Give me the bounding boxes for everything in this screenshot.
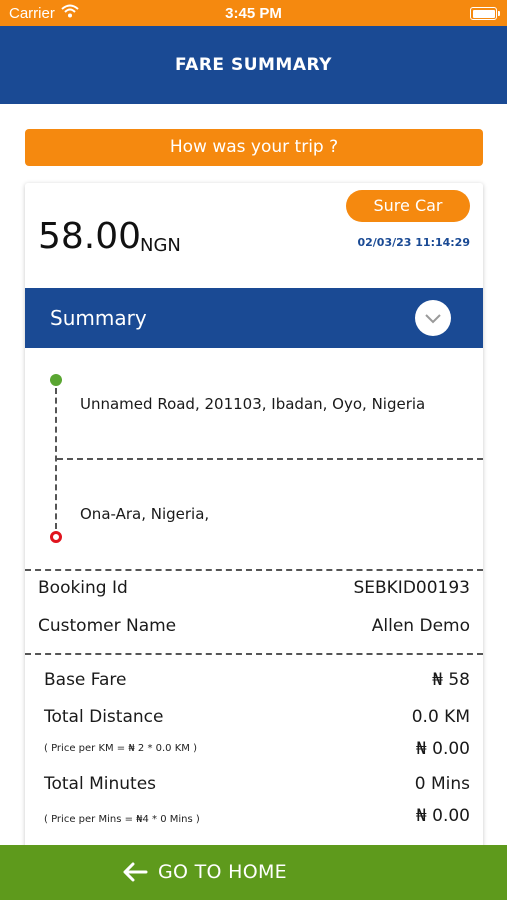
chevron-down-icon <box>425 314 441 324</box>
base-fare-label: Base Fare <box>44 670 127 690</box>
rate-trip-button[interactable]: How was your trip ? <box>25 129 483 166</box>
customer-name-value: Allen Demo <box>371 616 470 636</box>
route-divider <box>57 458 483 460</box>
total-minutes-label: Total Minutes <box>44 774 157 794</box>
battery-icon <box>470 7 497 20</box>
go-to-home-label: GO TO HOME <box>158 861 287 883</box>
distance-price-value: ₦ 0.00 <box>415 739 470 759</box>
arrow-left-icon <box>123 862 148 882</box>
total-distance-label: Total Distance <box>44 707 164 727</box>
fare-card: 58.00 NGN Sure Car 02/03/23 11:14:29 Sum… <box>25 183 483 883</box>
summary-title: Summary <box>50 306 147 330</box>
trip-datetime: 02/03/23 11:14:29 <box>357 236 470 249</box>
status-time: 3:45 PM <box>225 5 282 22</box>
route-section: Unnamed Road, 201103, Ibadan, Oyo, Niger… <box>25 348 483 570</box>
divider <box>25 653 483 655</box>
distance-price-note: ( Price per KM = ₦ 2 * 0.0 KM ) <box>44 743 197 754</box>
status-bar: Carrier 3:45 PM <box>0 0 507 26</box>
pickup-address: Unnamed Road, 201103, Ibadan, Oyo, Niger… <box>80 395 426 413</box>
dropoff-dot-icon <box>50 531 62 543</box>
fare-amount: 58.00 <box>38 216 142 257</box>
divider <box>25 569 483 571</box>
total-distance-value: 0.0 KM <box>411 707 470 727</box>
go-to-home-button[interactable]: GO TO HOME <box>0 845 507 900</box>
base-fare-value: ₦ 58 <box>432 670 470 690</box>
dropoff-address: Ona-Ara, Nigeria, <box>80 505 210 523</box>
battery-tip <box>498 11 500 16</box>
total-minutes-value: 0 Mins <box>414 774 470 794</box>
booking-id-label: Booking Id <box>38 578 128 598</box>
minutes-price-value: ₦ 0.00 <box>415 806 470 826</box>
summary-toggle[interactable]: Summary <box>25 288 483 348</box>
minutes-price-note: ( Price per Mins = ₦4 * 0 Mins ) <box>44 814 200 825</box>
booking-id-value: SEBKID00193 <box>353 578 470 598</box>
fare-currency: NGN <box>140 235 181 256</box>
page-title: FARE SUMMARY <box>175 55 332 75</box>
chevron-down-button[interactable] <box>415 300 451 336</box>
car-type-badge: Sure Car <box>346 190 470 222</box>
customer-name-label: Customer Name <box>38 616 177 636</box>
app-header: FARE SUMMARY <box>0 26 507 104</box>
pickup-dot-icon <box>50 374 62 386</box>
rate-trip-label: How was your trip ? <box>169 137 339 157</box>
